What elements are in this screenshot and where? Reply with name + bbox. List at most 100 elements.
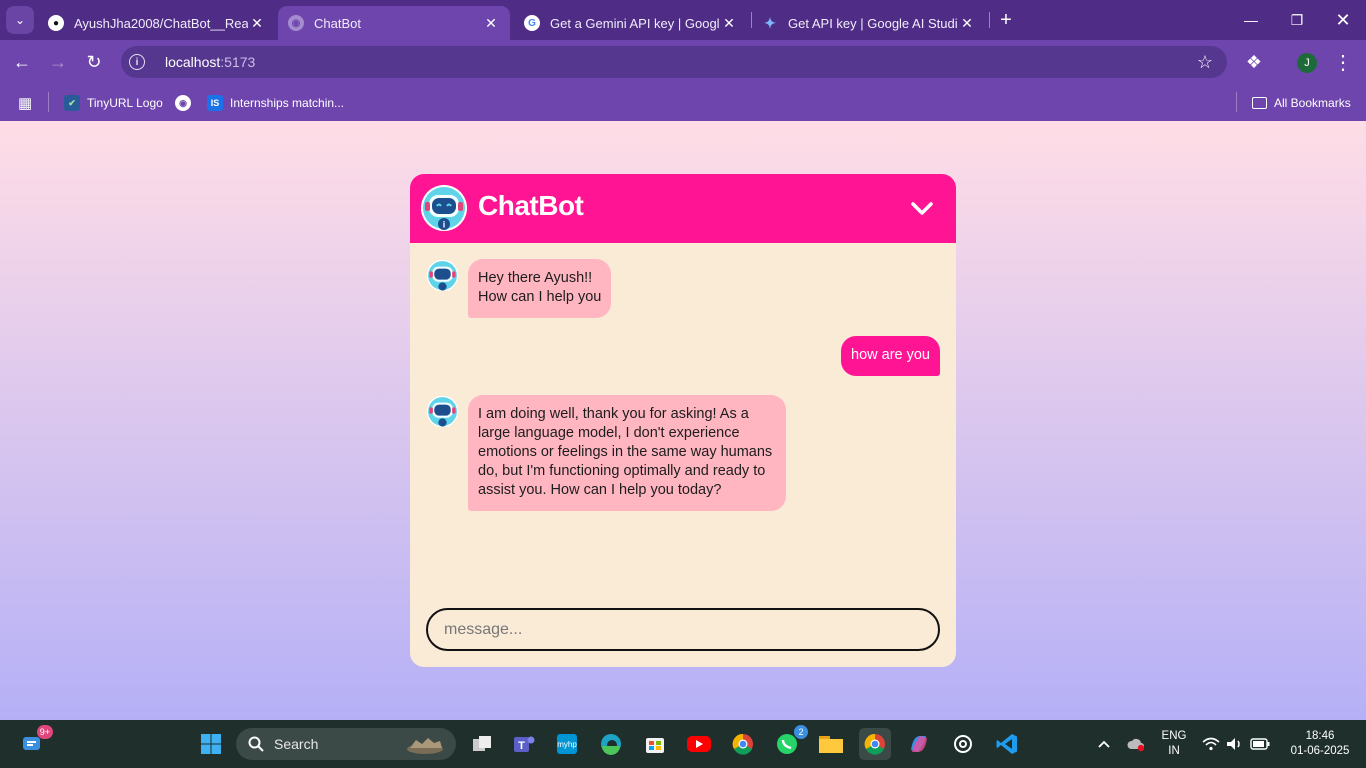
chatgpt-icon[interactable] (947, 728, 979, 760)
close-tab-icon[interactable]: ✕ (720, 14, 738, 32)
task-view-icon[interactable] (466, 728, 498, 760)
minimize-icon[interactable]: — (1228, 0, 1274, 40)
profile-avatar[interactable]: J (1297, 53, 1317, 73)
region-code: IN (1168, 745, 1180, 757)
folder-icon (1252, 97, 1267, 109)
whatsapp-icon[interactable]: 2 (771, 725, 808, 760)
google-icon: G (524, 15, 540, 31)
notification-badge: 2 (794, 725, 808, 739)
chat-app-icon[interactable]: 9+ (16, 725, 53, 760)
bookmark-star-icon[interactable]: ☆ (1197, 52, 1213, 73)
globe-icon: ◉ (175, 95, 191, 111)
chatbot-logo-icon: i (421, 185, 467, 231)
search-label: Search (274, 736, 319, 752)
chrome-icon[interactable] (727, 728, 759, 760)
tab-separator (989, 12, 990, 28)
tray-overflow-chevron-icon[interactable] (1090, 728, 1118, 760)
microsoft-store-icon[interactable] (639, 728, 671, 760)
myhp-icon[interactable]: myhp (551, 728, 583, 760)
chatbot-popup: i ChatBot Hey there Ayush!! How can I he… (410, 174, 956, 667)
github-icon: ● (48, 15, 64, 31)
tinyurl-icon: ✔ (64, 95, 80, 111)
start-windows-icon[interactable] (195, 728, 227, 760)
url-host: localhost (165, 54, 221, 70)
chrome-profile-icon[interactable] (859, 728, 891, 760)
edge-icon[interactable] (595, 728, 627, 760)
url-text: localhost:5173 (165, 54, 255, 70)
language-code: ENG (1161, 730, 1187, 742)
bot-message: Hey there Ayush!! How can I help you (468, 259, 612, 318)
tab-title: Get a Gemini API key | Google (550, 15, 720, 31)
copilot-icon[interactable] (903, 728, 935, 760)
chevron-down-icon (911, 202, 933, 215)
bot-avatar-icon (426, 259, 459, 292)
tab-title: Get API key | Google AI Studio (788, 15, 958, 31)
bookmarks-bar: ▦ ✔ TinyURL Logo ◉ IS Internships matchi… (0, 85, 1366, 121)
user-message: how are you (841, 336, 940, 376)
tab-title: ChatBot (314, 15, 361, 31)
extensions-icon[interactable]: ❖ (1241, 49, 1267, 75)
bookmark-globe[interactable]: ◉ (175, 93, 198, 113)
globe-icon: ◉ (288, 15, 304, 31)
bookmark-tinyurl[interactable]: ✔ TinyURL Logo (64, 93, 163, 113)
battery-icon[interactable] (1248, 728, 1272, 760)
svg-text:T: T (518, 740, 525, 752)
tab-search-chevron-icon[interactable]: ⌄ (6, 6, 34, 34)
notification-badge: 9+ (36, 725, 53, 739)
svg-text:myhp: myhp (557, 740, 577, 749)
all-bookmarks-label: All Bookmarks (1274, 96, 1351, 110)
site-info-icon[interactable]: i (129, 54, 145, 70)
forward-icon: → (49, 51, 67, 72)
tab-chatbot[interactable]: ◉ ChatBot ✕ (278, 6, 510, 40)
chat-header: i ChatBot (410, 174, 956, 243)
teams-icon[interactable]: T (508, 728, 540, 760)
tab-strip: ⌄ ● AyushJha2008/ChatBot__React ✕ ◉ Chat… (0, 0, 1366, 40)
page-background: i ChatBot Hey there Ayush!! How can I he… (0, 121, 1366, 720)
browser-toolbar: ← → ↻ i localhost:5173 ☆ ❖ ⋮ (0, 40, 1366, 85)
clock[interactable]: 18:46 01-06-2025 (1282, 729, 1358, 759)
dinosaur-highlight-icon (407, 738, 443, 754)
vscode-icon[interactable] (991, 728, 1023, 760)
back-icon[interactable]: ← (8, 48, 36, 76)
close-tab-icon[interactable]: ✕ (248, 14, 266, 32)
tab-ai-studio[interactable]: ✦ Get API key | Google AI Studio ✕ (752, 6, 986, 40)
volume-icon[interactable] (1224, 728, 1246, 760)
file-explorer-icon[interactable] (815, 728, 847, 760)
clock-time: 18:46 (1305, 730, 1335, 742)
message-input[interactable] (428, 610, 938, 649)
close-tab-icon[interactable]: ✕ (958, 14, 976, 32)
new-tab-button[interactable]: + (994, 8, 1018, 32)
message-composer (426, 608, 940, 651)
tab-gemini-api-key[interactable]: G Get a Gemini API key | Google ✕ (514, 6, 748, 40)
collapse-chat-button[interactable] (904, 192, 940, 226)
wifi-icon[interactable] (1200, 728, 1222, 760)
bookmark-separator (48, 92, 49, 112)
svg-text:i: i (443, 220, 446, 230)
bookmark-label: Internships matchin... (230, 96, 345, 110)
restore-icon[interactable]: ❐ (1274, 0, 1320, 40)
internshala-icon: IS (207, 95, 223, 111)
tab-github[interactable]: ● AyushJha2008/ChatBot__React ✕ (38, 6, 276, 40)
bookmark-separator (1236, 92, 1237, 112)
close-tab-icon[interactable]: ✕ (482, 14, 500, 32)
tab-title: AyushJha2008/ChatBot__React (74, 15, 248, 31)
cloud-sync-icon[interactable] (1122, 728, 1150, 760)
chat-title: ChatBot (478, 190, 584, 221)
search-icon (248, 736, 264, 752)
taskbar-search[interactable]: Search (236, 728, 456, 760)
apps-grid-icon[interactable]: ▦ (18, 93, 32, 113)
youtube-icon[interactable] (683, 728, 715, 760)
language-indicator[interactable]: ENG IN (1156, 729, 1192, 759)
bookmark-label: TinyURL Logo (87, 96, 163, 110)
bot-message: I am doing well, thank you for asking! A… (468, 395, 786, 511)
windows-taskbar: 9+ Search T myhp 2 ENG IN 18:46 01-06-20… (0, 720, 1366, 768)
reload-icon[interactable]: ↻ (80, 48, 108, 76)
clock-date: 01-06-2025 (1290, 745, 1350, 757)
bot-avatar-icon (426, 395, 459, 428)
bookmark-internships[interactable]: IS Internships matchin... (207, 93, 344, 113)
all-bookmarks-button[interactable]: All Bookmarks (1252, 93, 1351, 113)
menu-kebab-icon[interactable]: ⋮ (1330, 49, 1356, 75)
address-bar[interactable]: i localhost:5173 ☆ (121, 46, 1227, 78)
url-port: :5173 (220, 54, 256, 70)
close-window-icon[interactable]: ✕ (1320, 0, 1366, 40)
